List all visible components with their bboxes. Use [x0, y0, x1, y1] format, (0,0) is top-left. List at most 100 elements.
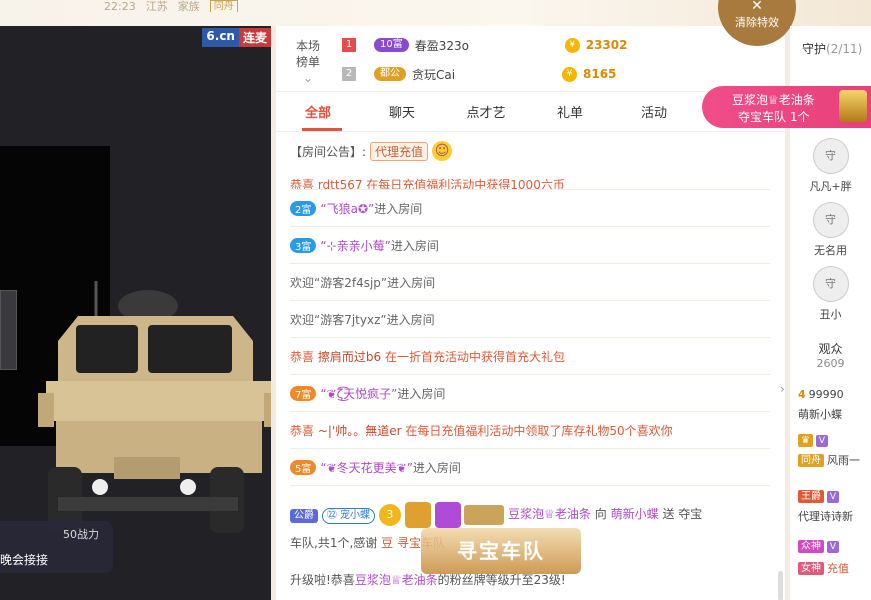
rank-row[interactable]: 2 都公 贪玩Cai ¥ 8165 — [342, 62, 616, 86]
guard-mark: 守 — [825, 277, 836, 290]
humvee-gift-image — [38, 281, 271, 533]
guard-count: (2/11) — [826, 42, 863, 56]
gift-receiver[interactable]: 萌新小蝶 — [611, 507, 659, 521]
rank-username[interactable]: 春盈323o — [415, 37, 565, 54]
location-text: 江苏 — [145, 0, 168, 12]
system-message: 恭喜 擦肩而过b6 在一折首充活动中获得首充大礼包 — [290, 338, 770, 375]
guard-mark: 守 — [825, 149, 836, 162]
rank-number: 1 — [342, 38, 356, 52]
chevron-right-icon[interactable]: › — [780, 382, 785, 396]
message-text: 在一折首充活动中获得首充大礼包 — [384, 349, 565, 364]
site-logo: 6.cn 连麦 — [202, 28, 271, 47]
vip-icon: V — [815, 434, 828, 447]
audience-badge: 女神 — [798, 561, 824, 575]
gift-line2: 车队,共1个,感谢 — [290, 536, 378, 550]
agent-recharge-link[interactable]: 代理充值 — [370, 141, 429, 161]
room-meta: 22:23 江苏 家族 同舟 — [104, 0, 238, 12]
tab-chat[interactable]: 聊天 — [360, 98, 444, 131]
guard-header[interactable]: 守护(2/11) — [802, 40, 862, 57]
message-text: 在每日充值福利活动中领取了库存礼物50个喜欢你 — [405, 423, 673, 438]
message-text: 欢迎“游客7jtyxz”进入房间 — [290, 312, 435, 327]
vip-icon: V — [827, 490, 839, 503]
chat-scrollbar[interactable] — [778, 571, 783, 600]
message-username[interactable]: ~|'帅。。無道er — [318, 422, 402, 439]
message-username[interactable]: “❦冬天花更美❦” — [320, 459, 413, 476]
audience-item[interactable]: 4 99990 — [798, 388, 844, 401]
guard-name: 无名用 — [814, 244, 847, 257]
tab-request-talent[interactable]: 点才艺 — [444, 98, 528, 131]
guard-item[interactable]: 守 无名用 — [790, 202, 871, 258]
chevron-down-icon[interactable]: ⌄ — [286, 70, 330, 86]
tab-gift-list[interactable]: 礼单 — [528, 98, 612, 131]
message-username[interactable]: “❦ζ͜͡天悦疯子” — [320, 385, 397, 402]
audience-item[interactable]: 女神 充值 — [798, 560, 849, 576]
audience-item[interactable]: 萌新小蝶 — [798, 406, 842, 422]
star-level-icon: 3 — [378, 503, 401, 526]
message-username[interactable]: 擦肩而过b6 — [318, 348, 381, 365]
wealth-level-badge: 5富 — [290, 459, 317, 475]
gift-banner[interactable]: 豆浆泡♕老油条 夺宝车队 1个 — [702, 86, 871, 128]
audience-badge: 王爵 — [798, 490, 824, 503]
upgrade-text-b: 的粉丝牌等级升至23级! — [437, 573, 566, 587]
banner-gift: 夺宝车队 1个 — [738, 110, 810, 124]
gift-sender[interactable]: 豆浆泡♕老油条 — [508, 507, 591, 521]
guard-name: 丑小 — [819, 308, 842, 321]
medal-icon — [404, 501, 431, 528]
message-prefix: 恭喜 — [290, 423, 315, 438]
gift-to-word: 向 — [594, 507, 607, 521]
message-prefix: 恭喜 — [290, 349, 315, 364]
rank-amount: 23302 — [585, 38, 628, 52]
guard-item[interactable]: 守 丑小 — [790, 266, 871, 322]
rank-number: 2 — [342, 67, 356, 81]
guard-name: 凡凡+胖 — [809, 180, 852, 193]
audience-item[interactable]: ♛ V — [798, 434, 828, 447]
avatar[interactable]: 守 — [812, 202, 849, 238]
guard-title: 守护 — [802, 42, 827, 56]
vip-icon — [434, 501, 461, 528]
message-text: 进入房间 — [390, 238, 439, 253]
ranking-label-line2: 榜单 — [295, 55, 320, 69]
guard-mark: 守 — [825, 213, 836, 226]
enter-message: 7富 “❦ζ͜͡天悦疯子” 进入房间 — [290, 375, 770, 412]
family-tag[interactable]: 同舟 — [209, 0, 238, 12]
wealth-level-badge: 3富 — [290, 237, 317, 253]
upgrade-text-a: 升级啦!恭喜 — [290, 573, 355, 587]
ranking-label[interactable]: 本场 榜单 ⌄ — [286, 38, 330, 86]
noble-badge: 都公 — [374, 67, 406, 81]
message-username[interactable]: “⊹亲亲小莓” — [320, 237, 391, 254]
avatar[interactable]: 守 — [812, 138, 849, 174]
rank-username[interactable]: 贪玩Cai — [412, 66, 562, 83]
fan-badge: ㉒ 宠小蝶 — [321, 508, 376, 524]
room-announcement: 【房间公告】: 代理充值 ☺ — [290, 140, 453, 162]
tab-all[interactable]: 全部 — [276, 98, 360, 131]
rank-row[interactable]: 1 10富 春盈323o ¥ 23302 — [342, 33, 627, 57]
banner-username: 豆浆泡♕老油条 — [732, 93, 815, 107]
audience-item[interactable]: 众神 V — [798, 540, 839, 553]
smile-emoji-icon: ☺ — [432, 141, 453, 161]
audience-item[interactable]: 代理诗诗新 — [798, 508, 853, 524]
video-side-screen — [0, 290, 17, 370]
audience-header: 观众 2609 — [790, 340, 871, 370]
message-text: 进入房间 — [412, 460, 461, 475]
gift-send-word: 送 — [662, 507, 675, 521]
video-player[interactable]: 6.cn 连麦 50战力 晚会接接 — [0, 26, 271, 600]
wealth-level-badge: 7富 — [290, 385, 317, 401]
audience-title: 观众 — [818, 342, 843, 356]
upgrade-username[interactable]: 豆浆泡♕老油条 — [355, 573, 438, 587]
pk-panel[interactable]: 50战力 晚会接接 — [0, 521, 113, 573]
power-text: 50战力 — [63, 528, 99, 541]
duke-badge: 公爵 — [290, 509, 318, 523]
guard-item[interactable]: 守 凡凡+胖 — [790, 138, 871, 194]
audience-item[interactable]: 王爵 V — [798, 490, 839, 503]
tab-activity[interactable]: 活动 — [612, 98, 696, 131]
message-text: 进入房间 — [397, 386, 446, 401]
message-username[interactable]: “飞狼a✪” — [320, 200, 374, 217]
message-text: 恭喜 rdtt567 在每日充值福利活动中获得1000六币 — [290, 178, 565, 190]
announcement-label: 【房间公告】: — [290, 144, 367, 159]
audience-item[interactable]: 同舟 风雨一 — [798, 452, 860, 468]
gift-line2-user[interactable]: 豆 — [381, 536, 393, 550]
avatar[interactable]: 守 — [812, 266, 849, 302]
audience-badge: 众神 — [798, 540, 824, 553]
audience-badge: 同舟 — [798, 453, 824, 467]
welcome-message: 欢迎“游客2f4sjp”进入房间 — [290, 264, 770, 301]
